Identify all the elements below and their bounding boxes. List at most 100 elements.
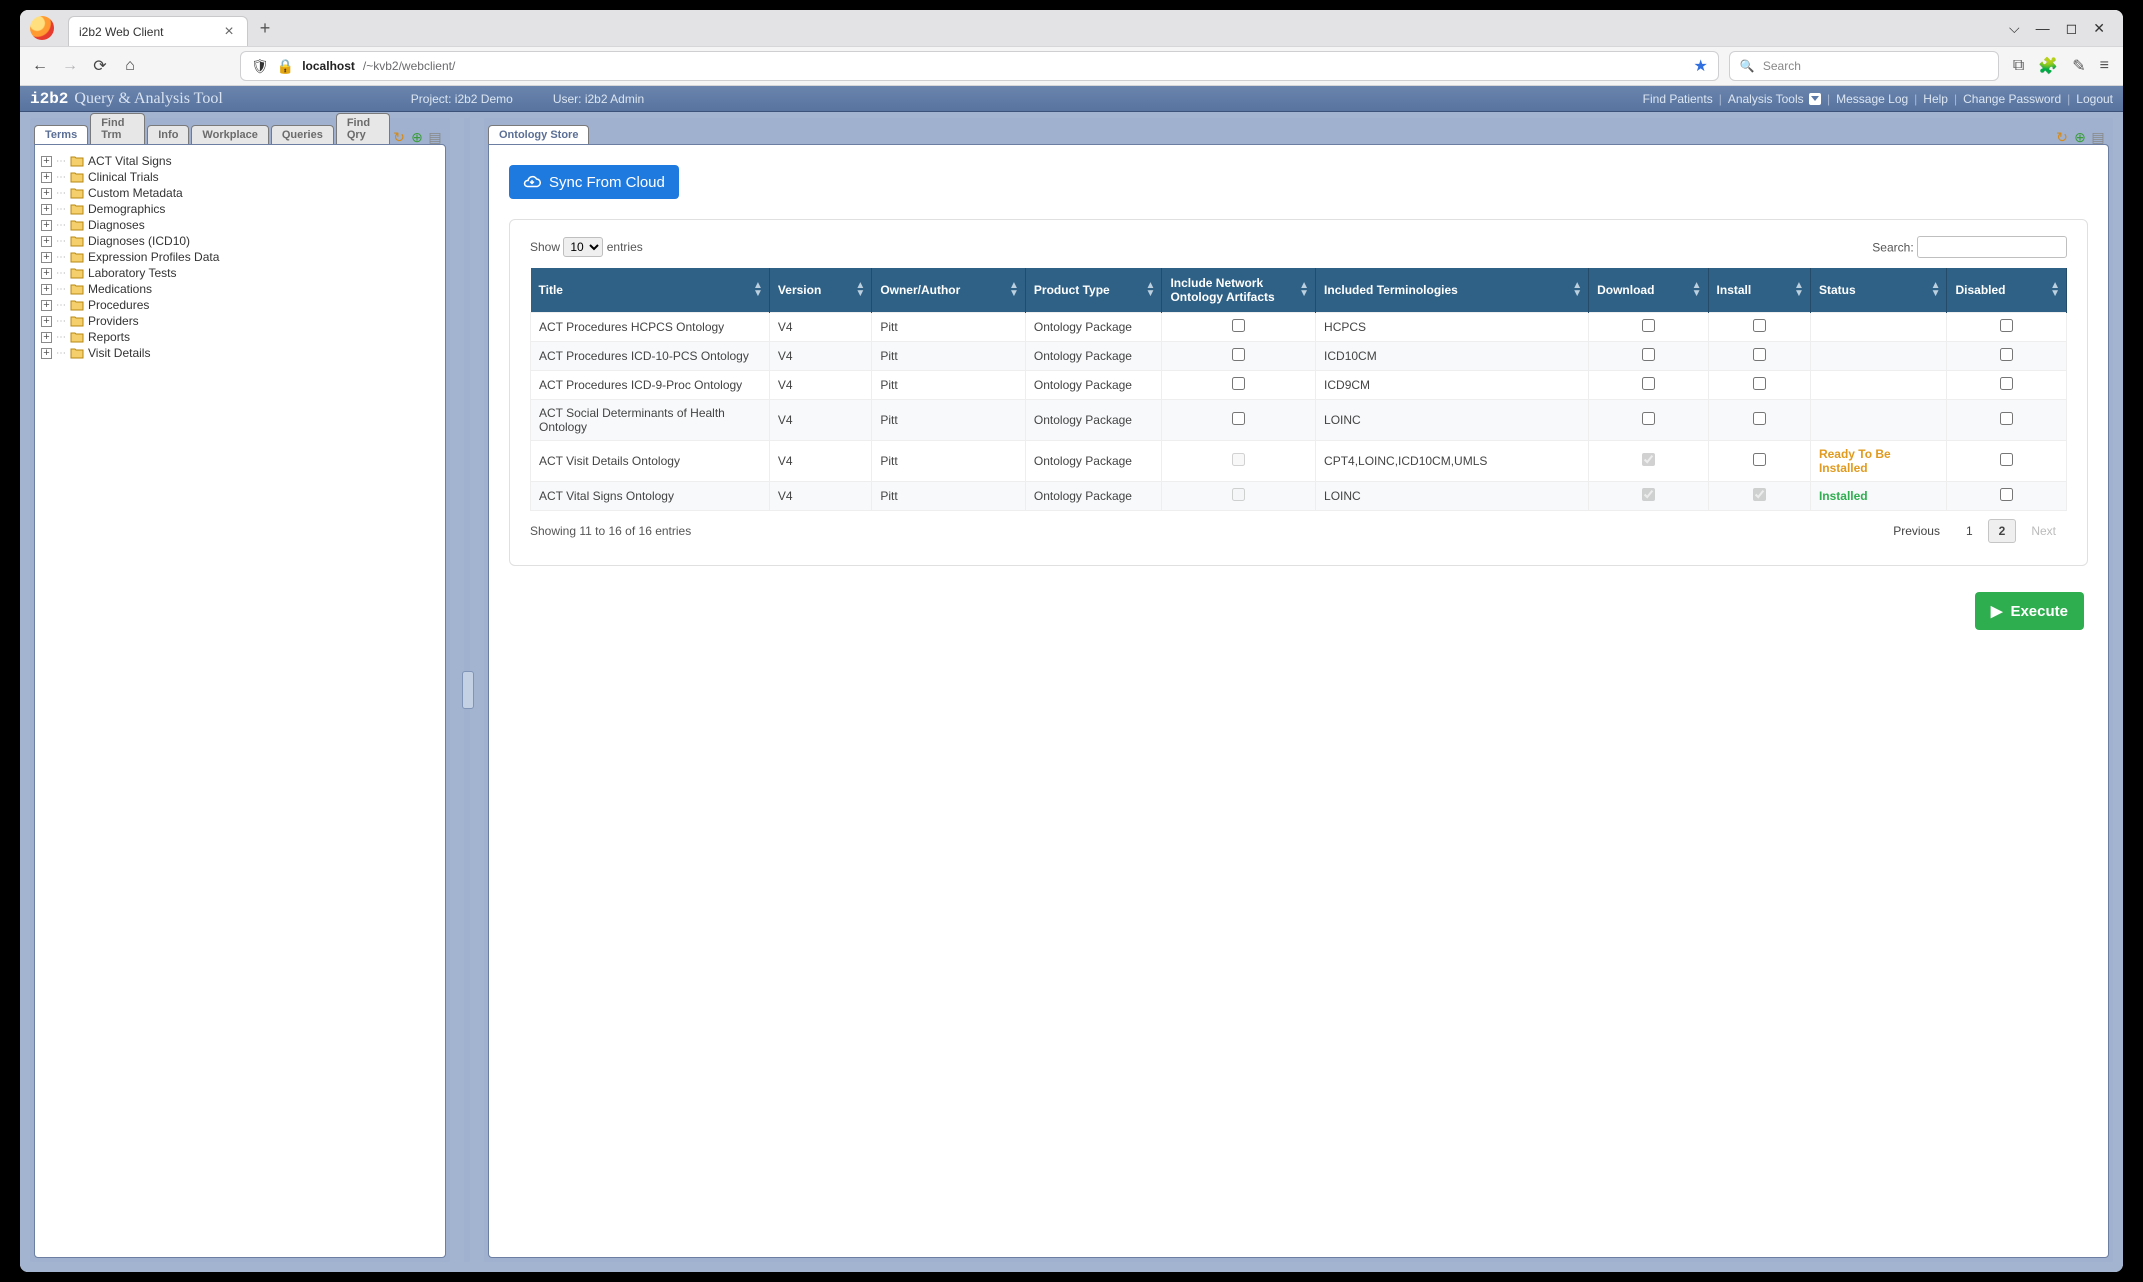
install-checkbox[interactable] (1753, 348, 1766, 361)
tab-ontology-store[interactable]: Ontology Store (488, 125, 589, 144)
hamburger-icon[interactable]: ≡ (2100, 57, 2109, 75)
tree-item[interactable]: +⋯ACT Vital Signs (41, 153, 439, 169)
home-button[interactable]: ⌂ (120, 57, 140, 75)
plus-icon[interactable]: ⊕ (2073, 130, 2087, 144)
reload-icon[interactable]: ↻ (392, 130, 406, 144)
network-artifacts-checkbox[interactable] (1232, 319, 1245, 332)
new-tab-button[interactable]: + (252, 15, 278, 41)
column-header[interactable]: Install▲▼ (1708, 268, 1810, 313)
expand-icon[interactable]: + (41, 220, 52, 231)
nav-help[interactable]: Help (1923, 92, 1948, 106)
install-checkbox[interactable] (1753, 377, 1766, 390)
tab-terms[interactable]: Terms (34, 125, 88, 144)
expand-icon[interactable]: + (41, 172, 52, 183)
column-header[interactable]: Include Network Ontology Artifacts▲▼ (1162, 268, 1316, 313)
tree-item[interactable]: +⋯Visit Details (41, 345, 439, 361)
bookmark-star-icon[interactable]: ★ (1694, 56, 1708, 76)
expand-icon[interactable]: + (41, 316, 52, 327)
options-icon[interactable]: ▤ (428, 130, 442, 144)
expand-icon[interactable]: + (41, 300, 52, 311)
maximize-icon[interactable]: ◻ (2066, 20, 2078, 37)
expand-icon[interactable]: + (41, 268, 52, 279)
back-button[interactable]: ← (30, 57, 50, 75)
reload-icon[interactable]: ↻ (2055, 130, 2069, 144)
pager-page-1[interactable]: 1 (1955, 519, 1984, 543)
disabled-checkbox[interactable] (2000, 348, 2013, 361)
pocket-icon[interactable]: ⧉ (2013, 57, 2024, 75)
tree-item[interactable]: +⋯Custom Metadata (41, 185, 439, 201)
url-bar[interactable]: 🛡 🔒 localhost/~kvb2/webclient/ ★ (240, 51, 1719, 81)
tree-item[interactable]: +⋯Providers (41, 313, 439, 329)
install-checkbox[interactable] (1753, 319, 1766, 332)
expand-icon[interactable]: + (41, 188, 52, 199)
options-icon[interactable]: ▤ (2091, 130, 2105, 144)
tree-item[interactable]: +⋯Procedures (41, 297, 439, 313)
tree-item[interactable]: +⋯Reports (41, 329, 439, 345)
window-close-icon[interactable]: ✕ (2093, 20, 2105, 37)
expand-icon[interactable]: + (41, 252, 52, 263)
tree-item[interactable]: +⋯Medications (41, 281, 439, 297)
expand-icon[interactable]: + (41, 204, 52, 215)
reload-button[interactable]: ⟳ (90, 56, 110, 76)
tree-item[interactable]: +⋯Clinical Trials (41, 169, 439, 185)
disabled-checkbox[interactable] (2000, 453, 2013, 466)
extension-icon[interactable]: 🧩 (2038, 56, 2058, 76)
close-icon[interactable]: × (221, 24, 237, 40)
tab-workplace[interactable]: Workplace (191, 125, 268, 144)
network-artifacts-checkbox[interactable] (1232, 348, 1245, 361)
download-checkbox[interactable] (1642, 377, 1655, 390)
tree-item[interactable]: +⋯Diagnoses (41, 217, 439, 233)
column-header[interactable]: Download▲▼ (1589, 268, 1708, 313)
download-checkbox[interactable] (1642, 319, 1655, 332)
column-header[interactable]: Title▲▼ (531, 268, 770, 313)
column-header[interactable]: Owner/Author▲▼ (872, 268, 1026, 313)
expand-icon[interactable]: + (41, 156, 52, 167)
nav-change-password[interactable]: Change Password (1963, 92, 2061, 106)
cell-download (1589, 371, 1708, 400)
plus-icon[interactable]: ⊕ (410, 130, 424, 144)
tree-item[interactable]: +⋯Diagnoses (ICD10) (41, 233, 439, 249)
pager-previous[interactable]: Previous (1882, 519, 1951, 543)
tree-item[interactable]: +⋯Laboratory Tests (41, 265, 439, 281)
disabled-checkbox[interactable] (2000, 412, 2013, 425)
disabled-checkbox[interactable] (2000, 488, 2013, 501)
disabled-checkbox[interactable] (2000, 377, 2013, 390)
expand-icon[interactable]: + (41, 332, 52, 343)
disabled-checkbox[interactable] (2000, 319, 2013, 332)
tree-item[interactable]: +⋯Expression Profiles Data (41, 249, 439, 265)
nav-logout[interactable]: Logout (2076, 92, 2113, 106)
expand-icon[interactable]: + (41, 236, 52, 247)
column-header[interactable]: Included Terminologies▲▼ (1316, 268, 1589, 313)
table-search-input[interactable] (1917, 236, 2067, 258)
tab-info[interactable]: Info (147, 125, 189, 144)
column-header[interactable]: Product Type▲▼ (1025, 268, 1162, 313)
network-artifacts-checkbox[interactable] (1232, 377, 1245, 390)
splitter-handle[interactable] (464, 118, 470, 1262)
browser-tab[interactable]: i2b2 Web Client × (68, 16, 248, 46)
extension2-icon[interactable]: ✎ (2072, 56, 2085, 76)
pager-page-2[interactable]: 2 (1988, 519, 2017, 543)
column-header[interactable]: Disabled▲▼ (1947, 268, 2067, 313)
download-checkbox[interactable] (1642, 412, 1655, 425)
page-size-select[interactable]: 10 (563, 237, 603, 257)
minimize-icon[interactable]: — (2036, 20, 2050, 36)
sync-from-cloud-button[interactable]: Sync From Cloud (509, 165, 679, 199)
column-header[interactable]: Status▲▼ (1810, 268, 1947, 313)
download-checkbox[interactable] (1642, 348, 1655, 361)
tab-find-qry[interactable]: Find Qry (336, 113, 390, 144)
install-checkbox[interactable] (1753, 453, 1766, 466)
tab-find-trm[interactable]: Find Trm (90, 113, 145, 144)
execute-button[interactable]: ▶ Execute (1975, 592, 2084, 630)
column-header[interactable]: Version▲▼ (769, 268, 871, 313)
tab-queries[interactable]: Queries (271, 125, 334, 144)
nav-message-log[interactable]: Message Log (1836, 92, 1908, 106)
expand-icon[interactable]: + (41, 284, 52, 295)
expand-icon[interactable]: + (41, 348, 52, 359)
install-checkbox[interactable] (1753, 412, 1766, 425)
tree-item[interactable]: +⋯Demographics (41, 201, 439, 217)
nav-find-patients[interactable]: Find Patients (1643, 92, 1713, 106)
chevron-down-icon[interactable]: ⌵ (2009, 20, 2020, 37)
nav-analysis-tools[interactable]: Analysis Tools (1728, 92, 1821, 106)
network-artifacts-checkbox[interactable] (1232, 412, 1245, 425)
browser-search[interactable]: 🔍 Search (1729, 51, 1999, 81)
